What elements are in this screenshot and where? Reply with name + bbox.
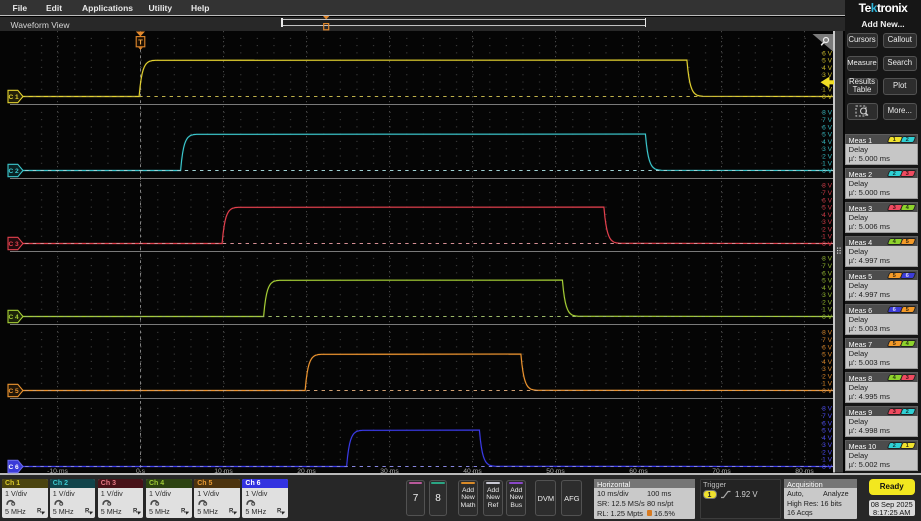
svg-text:7 V: 7 V	[822, 190, 832, 197]
svg-text:C 1: C 1	[8, 94, 19, 101]
svg-text:T: T	[138, 38, 143, 47]
svg-text:1 V: 1 V	[822, 161, 832, 168]
svg-text:5 V: 5 V	[822, 278, 832, 285]
svg-text:C 5: C 5	[8, 388, 19, 395]
svg-text:2 V: 2 V	[822, 226, 832, 233]
svg-text:8 V: 8 V	[822, 330, 832, 337]
svg-text:5 V: 5 V	[822, 205, 832, 212]
svg-text:4 V: 4 V	[822, 359, 832, 366]
svg-text:2 V: 2 V	[822, 449, 832, 456]
svg-text:2 V: 2 V	[822, 299, 832, 306]
svg-text:7 V: 7 V	[822, 413, 832, 420]
svg-text:3 V: 3 V	[822, 442, 832, 449]
svg-text:1 V: 1 V	[822, 87, 832, 94]
svg-text:3 V: 3 V	[822, 146, 832, 153]
svg-text:0 V: 0 V	[822, 94, 832, 101]
svg-text:2 V: 2 V	[822, 153, 832, 160]
svg-text:6 V: 6 V	[822, 124, 832, 131]
svg-text:20 ms: 20 ms	[297, 468, 316, 475]
svg-text:1 V: 1 V	[822, 234, 832, 241]
svg-text:4 V: 4 V	[822, 435, 832, 442]
svg-text:8 V: 8 V	[822, 406, 832, 413]
svg-text:4 V: 4 V	[822, 212, 832, 219]
svg-text:7 V: 7 V	[822, 337, 832, 344]
svg-text:50 ms: 50 ms	[546, 468, 565, 475]
svg-text:40 ms: 40 ms	[463, 468, 482, 475]
svg-text:6 V: 6 V	[822, 197, 832, 204]
svg-text:3 V: 3 V	[822, 292, 832, 299]
svg-text:0 V: 0 V	[822, 314, 832, 321]
svg-text:6 V: 6 V	[822, 50, 832, 57]
svg-text:7 V: 7 V	[822, 263, 832, 270]
svg-text:C 4: C 4	[8, 314, 19, 321]
svg-text:0 V: 0 V	[822, 168, 832, 175]
svg-text:4 V: 4 V	[822, 139, 832, 146]
svg-text:4 V: 4 V	[822, 285, 832, 292]
svg-text:6 V: 6 V	[822, 344, 832, 351]
svg-text:7 V: 7 V	[822, 117, 832, 124]
svg-text:5 V: 5 V	[822, 352, 832, 359]
svg-text:6 V: 6 V	[822, 270, 832, 277]
svg-text:60 ms: 60 ms	[629, 468, 648, 475]
svg-text:0 V: 0 V	[822, 241, 832, 248]
svg-text:-10 ms: -10 ms	[47, 468, 68, 475]
svg-text:2 V: 2 V	[822, 373, 832, 380]
svg-text:30 ms: 30 ms	[380, 468, 399, 475]
svg-text:C 3: C 3	[8, 241, 19, 248]
svg-text:3 V: 3 V	[822, 366, 832, 373]
svg-text:8 V: 8 V	[822, 183, 832, 190]
svg-text:1 V: 1 V	[822, 381, 832, 388]
svg-text:3 V: 3 V	[822, 219, 832, 226]
svg-text:0 V: 0 V	[822, 388, 832, 395]
svg-text:80 ms: 80 ms	[795, 468, 814, 475]
svg-text:1 V: 1 V	[822, 307, 832, 314]
svg-text:0 V: 0 V	[822, 464, 832, 471]
svg-text:5 V: 5 V	[822, 132, 832, 139]
svg-text:1 V: 1 V	[822, 457, 832, 464]
svg-text:70 ms: 70 ms	[712, 468, 731, 475]
svg-text:5 V: 5 V	[822, 428, 832, 435]
svg-text:0 s: 0 s	[136, 468, 146, 475]
svg-text:4 V: 4 V	[822, 65, 832, 72]
svg-text:C 2: C 2	[8, 168, 19, 175]
svg-text:8 V: 8 V	[822, 110, 832, 117]
svg-text:5 V: 5 V	[822, 58, 832, 65]
svg-text:8 V: 8 V	[822, 256, 832, 263]
svg-text:C 6: C 6	[8, 464, 19, 471]
svg-text:6 V: 6 V	[822, 420, 832, 427]
svg-text:10 ms: 10 ms	[214, 468, 233, 475]
